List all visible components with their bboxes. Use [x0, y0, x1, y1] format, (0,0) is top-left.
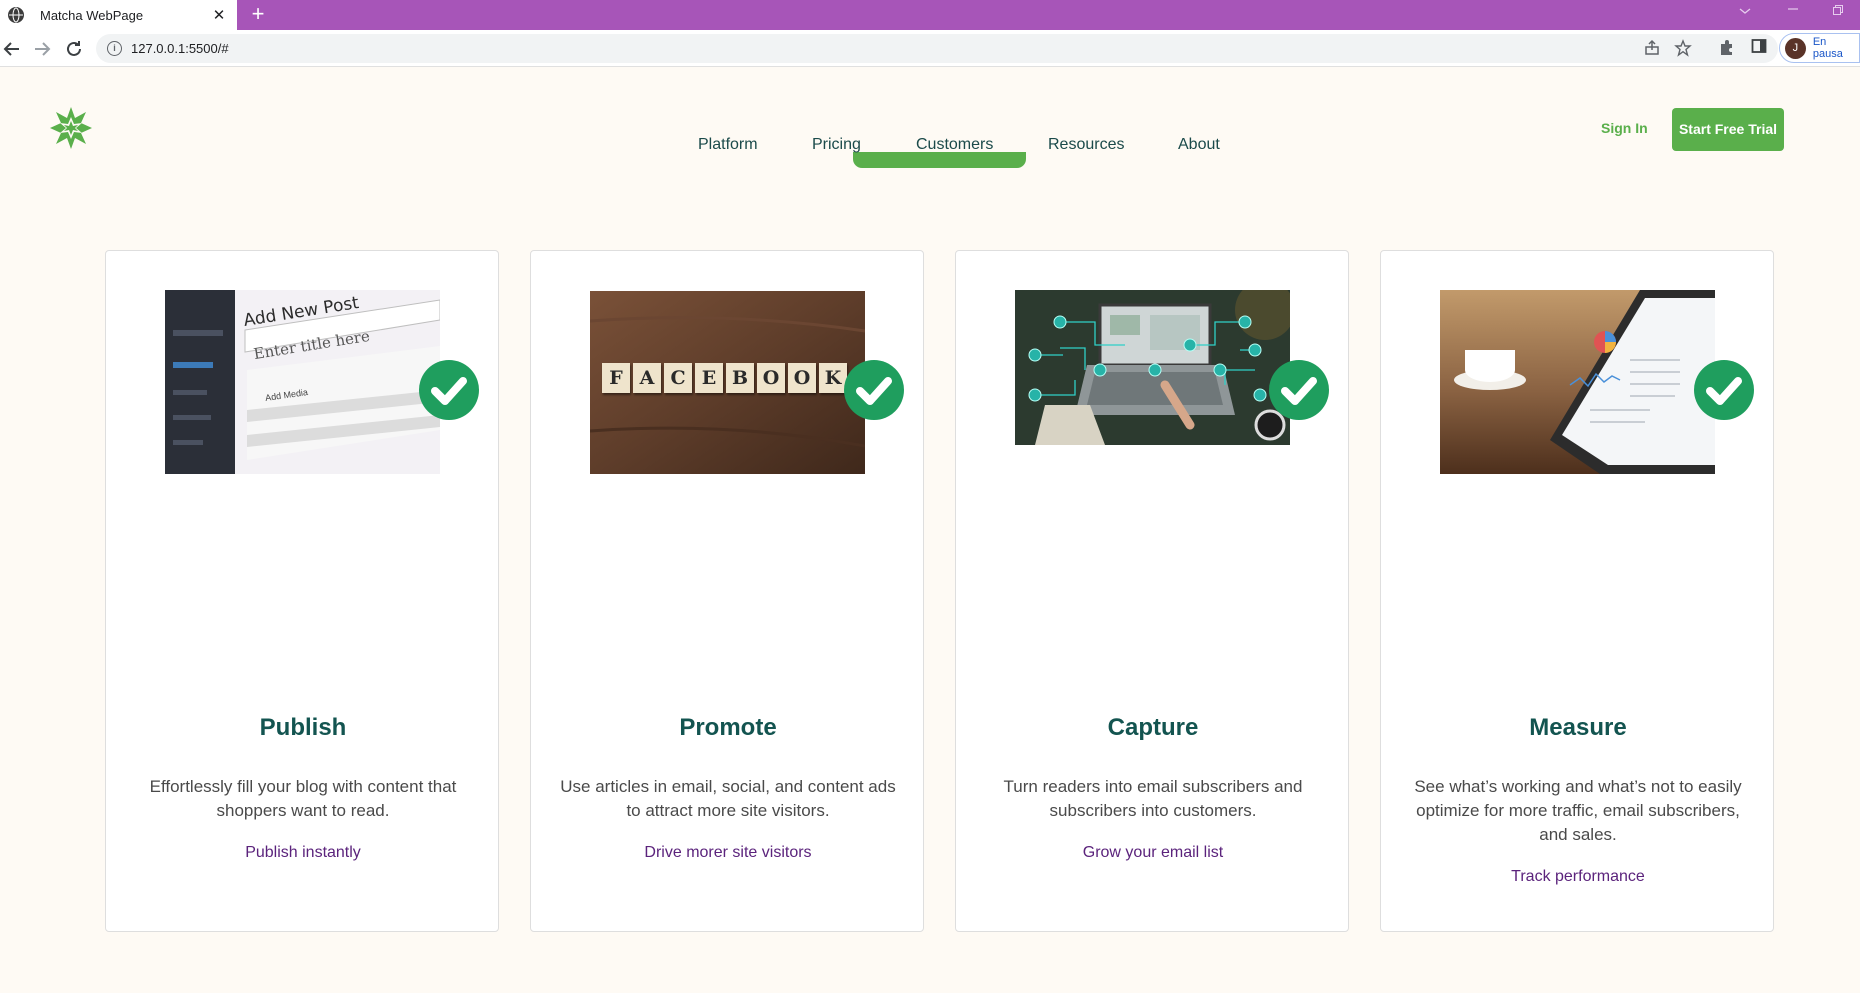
info-icon[interactable]: i: [107, 41, 122, 56]
tile: O: [757, 363, 785, 393]
sign-in-link[interactable]: Sign In: [1601, 120, 1648, 136]
nav-resources[interactable]: Resources: [1048, 136, 1124, 154]
globe-icon: [8, 7, 24, 23]
checkmark-icon: [419, 360, 479, 420]
measure-image: [1440, 290, 1715, 474]
card-title: Promote: [679, 714, 777, 741]
browser-toolbar: i 127.0.0.1:5500/# J En pausa: [0, 30, 1860, 67]
sidepanel-icon[interactable]: [1751, 38, 1767, 58]
reload-icon[interactable]: [62, 37, 86, 61]
card-link[interactable]: Drive morer site visitors: [531, 844, 925, 862]
active-nav-indicator: [853, 152, 1026, 168]
promote-image: F A C E B O O K: [590, 291, 865, 474]
card-description: Use articles in email, social, and conte…: [560, 777, 896, 820]
avatar: J: [1785, 37, 1806, 59]
checkmark-icon: [844, 360, 904, 420]
card-description: Effortlessly fill your blog with content…: [149, 777, 457, 820]
scrabble-tiles: F A C E B O O K: [602, 363, 847, 393]
nav-platform[interactable]: Platform: [698, 136, 758, 154]
nav-customers[interactable]: Customers: [916, 136, 993, 154]
card-link[interactable]: Publish instantly: [106, 844, 500, 862]
new-tab-button[interactable]: +: [246, 2, 270, 26]
capture-image: [1015, 290, 1290, 445]
tab-title: Matcha WebPage: [40, 7, 144, 23]
feature-card-measure: Measure See what’s working and what’s no…: [1380, 250, 1774, 932]
puzzle-icon[interactable]: [1718, 38, 1736, 60]
chevron-down-icon[interactable]: [1738, 4, 1752, 19]
nav-about[interactable]: About: [1178, 136, 1220, 154]
card-title: Measure: [1529, 714, 1627, 741]
profile-button[interactable]: J En pausa: [1779, 33, 1860, 63]
restore-icon[interactable]: [1832, 4, 1844, 19]
tab-close-icon[interactable]: ✕: [209, 6, 229, 24]
browser-tab-strip: Matcha WebPage ✕ +: [0, 0, 1860, 30]
tile: F: [602, 363, 630, 393]
feature-card-publish: Add New Post Enter title here Add Media …: [105, 250, 499, 932]
card-title: Capture: [1107, 714, 1199, 741]
minimize-icon[interactable]: [1786, 0, 1800, 17]
card-description: Turn readers into email subscribers and …: [1003, 777, 1303, 820]
share-icon[interactable]: [1643, 39, 1661, 61]
checkmark-icon: [1694, 360, 1754, 420]
profile-status: En pausa: [1812, 36, 1843, 60]
star-icon[interactable]: [1674, 39, 1692, 61]
tile: E: [695, 363, 723, 393]
checkmark-icon: [1269, 360, 1329, 420]
tile: C: [664, 363, 692, 393]
tile: K: [819, 363, 847, 393]
feature-card-capture: Capture Turn readers into email subscrib…: [955, 250, 1349, 932]
card-description: See what’s working and what’s not to eas…: [1414, 777, 1742, 844]
forward-arrow-icon[interactable]: [30, 37, 54, 61]
url-text[interactable]: 127.0.0.1:5500/#: [131, 41, 229, 56]
nav-pricing[interactable]: Pricing: [812, 136, 861, 154]
tile: A: [633, 363, 661, 393]
logo-star-icon[interactable]: [48, 105, 94, 151]
card-title: Publish: [259, 714, 347, 741]
back-arrow-icon[interactable]: [0, 37, 24, 61]
browser-tab[interactable]: Matcha WebPage ✕: [0, 0, 237, 30]
card-link[interactable]: Track performance: [1381, 868, 1775, 886]
address-bar[interactable]: i 127.0.0.1:5500/#: [96, 34, 1778, 63]
card-link[interactable]: Grow your email list: [956, 844, 1350, 862]
start-free-trial-button[interactable]: Start Free Trial: [1672, 108, 1784, 151]
tile: O: [788, 363, 816, 393]
tile: B: [726, 363, 754, 393]
publish-image: Add New Post Enter title here Add Media: [165, 290, 440, 474]
feature-card-promote: F A C E B O O K Promote Use articles in …: [530, 250, 924, 932]
